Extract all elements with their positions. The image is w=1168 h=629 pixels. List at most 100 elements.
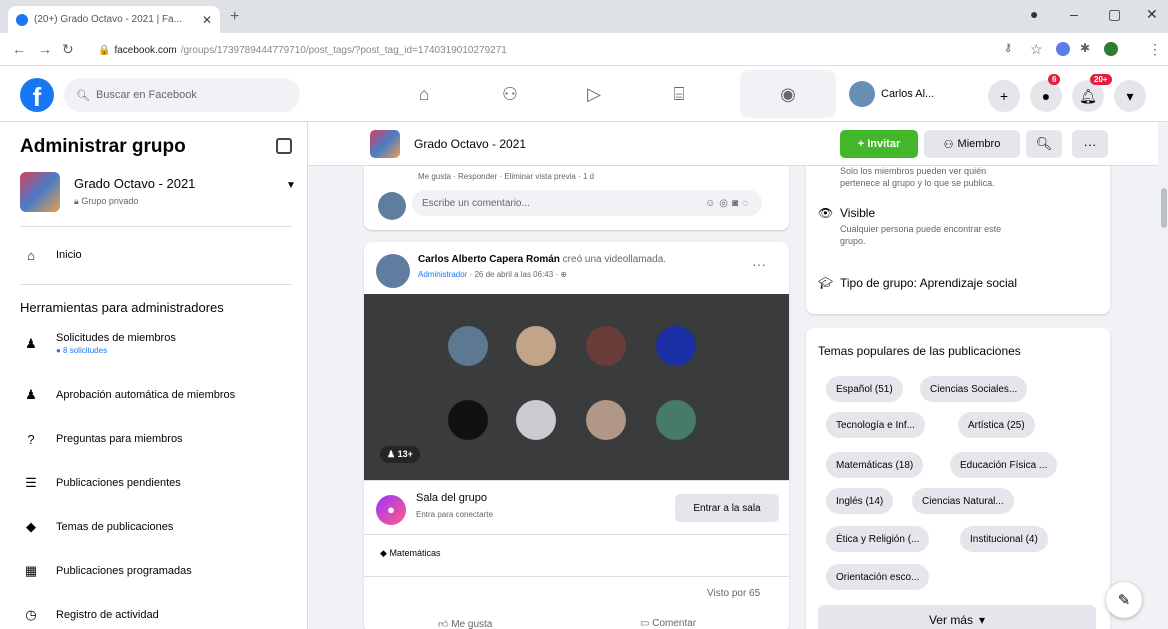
back-icon[interactable]: ← xyxy=(12,41,26,57)
watch-icon[interactable]: ▷ xyxy=(582,82,606,106)
notifications-badge: 20+ xyxy=(1090,74,1112,85)
divider xyxy=(20,226,292,227)
group-type: Tipo de grupo: Aprendizaje social xyxy=(840,276,1017,290)
tag-icon: ◆ xyxy=(380,548,387,558)
avatar[interactable] xyxy=(376,254,410,288)
minimize-icon[interactable]: – xyxy=(1070,6,1078,22)
topic-pill[interactable]: Ética y Religión (... xyxy=(826,526,930,552)
sidebar-item-scheduled-posts[interactable]: ▦ Publicaciones programadas xyxy=(20,560,292,582)
marketplace-icon[interactable]: ⌸ xyxy=(667,82,691,106)
sidebar-item-member-questions[interactable]: ? Preguntas para miembros xyxy=(20,428,292,450)
participants-count: ♟ 13+ xyxy=(380,446,420,463)
like-button[interactable]: 👍︎ Me gusta xyxy=(438,618,492,629)
groups-icon[interactable]: ◉ xyxy=(776,82,800,106)
profile-button[interactable]: Carlos Al... xyxy=(845,78,944,110)
browser-menu-icon[interactable]: ⋮ xyxy=(1148,41,1162,58)
sidebar-item-pending-posts[interactable]: ☰ Publicaciones pendientes xyxy=(20,472,292,494)
search-input[interactable]: 🔍︎ Buscar en Facebook xyxy=(64,78,300,112)
new-message-button[interactable]: ✎ xyxy=(1106,582,1142,618)
privacy-note: Solo los miembros pueden ver quién xyxy=(840,166,987,176)
create-button[interactable]: + xyxy=(988,80,1020,112)
sidebar-item-auto-approval[interactable]: ♟ Aprobación automática de miembros xyxy=(20,384,292,406)
visible-desc: Cualquier persona puede encontrar este xyxy=(840,224,1002,234)
sidebar-item-home[interactable]: ⌂ Inicio xyxy=(20,244,292,266)
facebook-favicon-icon xyxy=(16,13,28,26)
topic-pill[interactable]: Ciencias Natural... xyxy=(912,488,1014,514)
group-thumbnail xyxy=(20,172,60,212)
window-close-icon[interactable]: ✕ xyxy=(1146,6,1158,23)
topic-pill[interactable]: Inglés (14) xyxy=(826,488,894,514)
post-meta: Administrador · 26 de abril a las 06:43 … xyxy=(418,270,568,279)
bookmark-star-icon[interactable]: ☆ xyxy=(1030,41,1043,58)
topic-pill[interactable]: Matemáticas (18) xyxy=(826,452,924,478)
topic-pill[interactable]: Ciencias Sociales... xyxy=(920,376,1028,402)
home-icon[interactable]: ⌂ xyxy=(412,82,436,106)
comment-input[interactable]: Escribe un comentario... ☺◎◙◌ xyxy=(412,190,762,216)
sidebar-item-member-requests[interactable]: ♟ Solicitudes de miembros ● 8 solicitude… xyxy=(20,332,292,355)
puzzle-icon[interactable]: ✱ xyxy=(1080,41,1090,55)
group-header: Grado Octavo - 2021 + Invitar ⚇ Miembro … xyxy=(308,122,1168,166)
new-tab-button[interactable]: + xyxy=(230,8,239,26)
topic-pill[interactable]: Educación Física ... xyxy=(950,452,1058,478)
messenger-badge: 6 xyxy=(1048,74,1061,85)
topic-pill[interactable]: Tecnología e Inf... xyxy=(826,412,925,438)
see-more-button[interactable]: Ver más ▾ xyxy=(818,605,1096,629)
more-options-button[interactable]: ··· xyxy=(1072,130,1108,158)
group-thumbnail xyxy=(370,130,400,158)
profile-avatar-icon[interactable] xyxy=(1104,42,1118,56)
invite-button[interactable]: + Invitar xyxy=(840,130,918,158)
graduation-cap-icon: 🎓︎ xyxy=(818,276,834,290)
emoji-camera-gif-sticker-icon[interactable]: ☺◎◙◌ xyxy=(705,198,752,209)
extension-icon[interactable] xyxy=(1056,42,1070,56)
browser-tab-bar: (20+) Grado Octavo - 2021 | Fa... ✕ + ● … xyxy=(0,0,1168,33)
sidebar-item-activity-log[interactable]: ◷ Registro de actividad xyxy=(20,604,292,626)
admin-sidebar: Administrar grupo Grado Octavo - 2021 🔒︎… xyxy=(0,122,308,629)
participant-avatar xyxy=(586,326,626,366)
key-icon[interactable]: ⚷ xyxy=(1004,41,1012,54)
friends-icon[interactable]: ⚇ xyxy=(498,82,522,106)
topic-pill[interactable]: Orientación esco... xyxy=(826,564,930,590)
post-options-icon[interactable]: ··· xyxy=(752,256,766,272)
search-icon: 🔍︎ xyxy=(76,89,90,102)
collapse-sidebar-icon[interactable] xyxy=(276,138,292,154)
caret-down-icon: ▼ xyxy=(286,180,296,191)
group-switcher[interactable]: Grado Octavo - 2021 🔒︎ Grupo privado ▼ xyxy=(20,172,300,216)
account-menu-icon[interactable]: ▾ xyxy=(1114,80,1146,112)
members-icon: ⚇ xyxy=(943,138,954,151)
profile-dot-icon[interactable]: ● xyxy=(1030,6,1038,22)
tab-close-icon[interactable]: ✕ xyxy=(202,13,212,27)
maximize-icon[interactable]: ▢ xyxy=(1108,6,1121,23)
sidebar-item-post-topics[interactable]: ◆ Temas de publicaciones xyxy=(20,516,292,538)
browser-tab[interactable]: (20+) Grado Octavo - 2021 | Fa... ✕ xyxy=(8,6,220,33)
enter-room-button[interactable]: Entrar a la sala xyxy=(675,494,779,522)
search-icon: 🔍︎ xyxy=(1035,136,1053,151)
video-call-preview[interactable] xyxy=(364,294,789,480)
clock-icon: ◷ xyxy=(25,607,37,622)
comment-button[interactable]: ▭ Comentar xyxy=(640,618,696,629)
avatar xyxy=(378,192,406,220)
post-author-link[interactable]: Carlos Alberto Capera Román xyxy=(418,254,560,265)
room-title: Sala del grupo xyxy=(416,492,487,504)
messenger-icon[interactable]: ● xyxy=(1030,80,1062,112)
topic-pill[interactable]: Español (51) xyxy=(826,376,903,402)
facebook-logo-icon[interactable]: f xyxy=(20,78,54,112)
post-tag[interactable]: ◆ Matemáticas xyxy=(380,548,440,559)
member-button[interactable]: ⚇ Miembro xyxy=(924,130,1020,158)
topic-pill[interactable]: Artística (25) xyxy=(958,412,1035,438)
about-card: Solo los miembros pueden ver quién perte… xyxy=(806,166,1110,314)
topic-pill[interactable]: Institucional (4) xyxy=(960,526,1048,552)
forward-icon[interactable]: → xyxy=(38,41,52,57)
url-field[interactable]: 🔒 facebook.com/groups/1739789444779710/p… xyxy=(98,40,507,60)
compose-icon: ✎ xyxy=(1117,592,1131,609)
avatar xyxy=(849,81,875,107)
reload-icon[interactable]: ↻ xyxy=(62,41,74,58)
comment-actions[interactable]: Me gusta · Responder · Eliminar vista pr… xyxy=(418,172,594,181)
admin-tools-heading: Herramientas para administradores xyxy=(20,300,224,315)
search-group-button[interactable]: 🔍︎ xyxy=(1026,130,1062,158)
visible-title: Visible xyxy=(840,206,876,220)
room-subtitle: Entra para conectarte xyxy=(416,510,493,519)
group-name: Grado Octavo - 2021 xyxy=(74,176,196,191)
scrollbar-thumb[interactable] xyxy=(1161,188,1167,228)
participant-avatar xyxy=(656,326,696,366)
view-count[interactable]: Visto por 65 xyxy=(707,588,760,599)
